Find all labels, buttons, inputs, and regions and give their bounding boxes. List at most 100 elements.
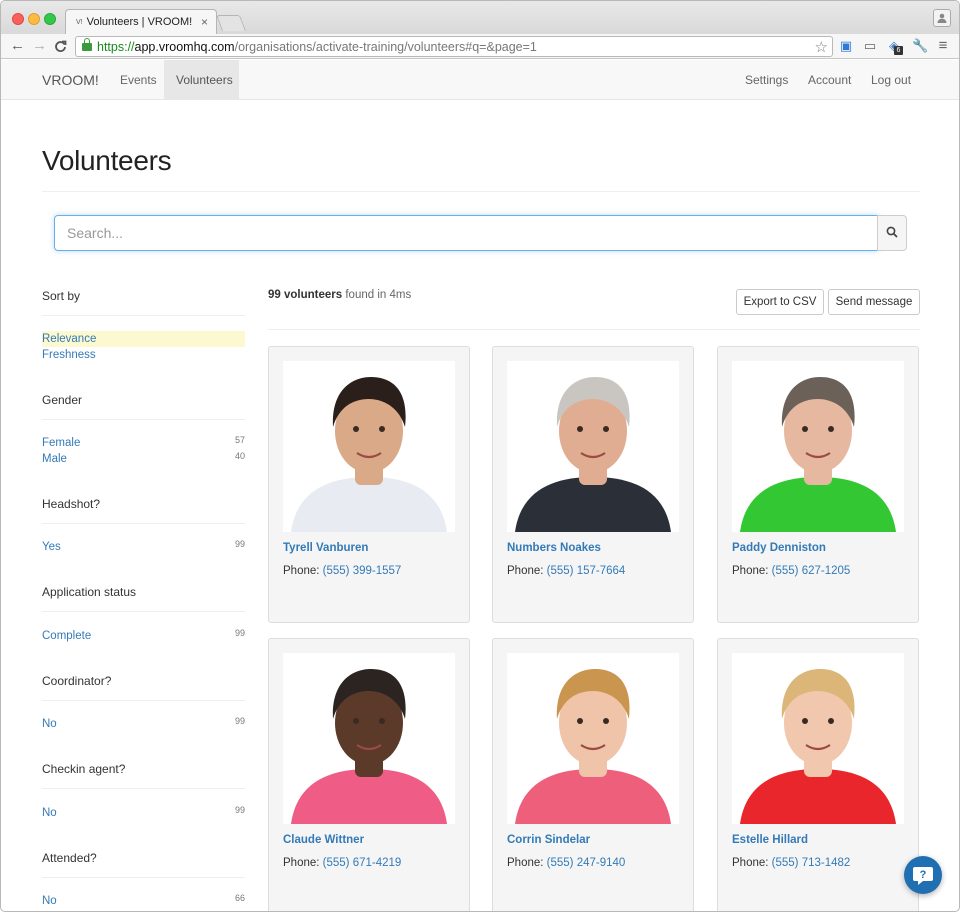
volunteer-name[interactable]: Estelle Hillard: [732, 834, 808, 846]
sort-freshness[interactable]: Freshness: [42, 347, 245, 363]
sort-title: Sort by: [42, 289, 81, 303]
divider: [42, 788, 245, 789]
facet-count: 99: [234, 716, 245, 726]
divider: [42, 315, 245, 316]
volunteer-photo[interactable]: [507, 361, 679, 532]
nav-settings[interactable]: Settings: [733, 60, 800, 100]
bookmark-star-icon[interactable]: ☆: [815, 38, 828, 56]
url-path: /organisations/activate-training/volunte…: [234, 40, 537, 54]
help-chat-button[interactable]: ?: [904, 856, 942, 894]
url-host: app.vroomhq.com: [134, 40, 235, 54]
zoom-window-button[interactable]: [44, 13, 56, 25]
tab-title: Volunteers | VROOM!: [86, 16, 193, 28]
divider: [42, 523, 245, 524]
phone-label: Phone:: [507, 857, 544, 869]
lock-icon: [82, 38, 92, 51]
facet-item-checkin-no[interactable]: No 99: [42, 805, 245, 821]
volunteer-card[interactable]: Paddy Denniston Phone: (555) 627-1205: [717, 346, 919, 623]
nav-events[interactable]: Events: [108, 60, 169, 100]
phone-link[interactable]: (555) 247-9140: [547, 857, 626, 869]
volunteer-phone: Phone: (555) 157-7664: [507, 565, 625, 577]
facet-title-application-status: Application status: [42, 585, 137, 599]
divider: [268, 329, 920, 330]
facet-item-headshot-yes[interactable]: Yes 99: [42, 539, 245, 555]
minimize-window-button[interactable]: [28, 13, 40, 25]
facet-title-coordinator: Coordinator?: [42, 674, 112, 688]
divider: [42, 611, 245, 612]
volunteer-name[interactable]: Paddy Denniston: [732, 542, 826, 554]
phone-link[interactable]: (555) 399-1557: [323, 565, 402, 577]
volunteer-photo[interactable]: [283, 653, 455, 824]
browser-tabbar: V! Volunteers | VROOM! ×: [1, 1, 959, 35]
volunteer-phone: Phone: (555) 399-1557: [283, 565, 401, 577]
divider: [42, 191, 920, 192]
url-scheme: https://: [97, 40, 135, 54]
search-input[interactable]: [54, 215, 878, 251]
phone-link[interactable]: (555) 713-1482: [772, 857, 851, 869]
results-time: found in 4ms: [345, 289, 412, 301]
volunteer-photo[interactable]: [732, 653, 904, 824]
forward-arrow-icon[interactable]: →: [32, 37, 47, 55]
facet-item-coordinator-no[interactable]: No 99: [42, 716, 245, 732]
extension-screen-icon[interactable]: ▣: [839, 39, 853, 53]
close-window-button[interactable]: [12, 13, 24, 25]
volunteer-name[interactable]: Tyrell Vanburen: [283, 542, 368, 554]
facet-title-headshot: Headshot?: [42, 497, 101, 511]
reload-icon[interactable]: [54, 37, 67, 57]
back-arrow-icon[interactable]: ←: [10, 37, 25, 55]
volunteer-name[interactable]: Numbers Noakes: [507, 542, 601, 554]
volunteer-photo[interactable]: [732, 361, 904, 532]
phone-label: Phone:: [507, 565, 544, 577]
volunteer-card[interactable]: Tyrell Vanburen Phone: (555) 399-1557: [268, 346, 470, 623]
profile-icon[interactable]: [933, 9, 951, 27]
browser-toolbar: ← → https://app.vroomhq.com/organisation…: [1, 34, 959, 59]
nav-volunteers[interactable]: Volunteers: [164, 60, 239, 100]
phone-link[interactable]: (555) 157-7664: [547, 565, 626, 577]
volunteer-phone: Phone: (555) 713-1482: [732, 857, 850, 869]
send-message-button[interactable]: Send message: [828, 289, 920, 315]
nav-account[interactable]: Account: [796, 60, 863, 100]
volunteer-name[interactable]: Claude Wittner: [283, 834, 364, 846]
divider: [42, 419, 245, 420]
facet-title-checkin-agent: Checkin agent?: [42, 762, 126, 776]
extension-bag-icon[interactable]: ◈6: [887, 39, 903, 55]
wrench-icon[interactable]: 🔧: [912, 39, 928, 53]
volunteer-card[interactable]: Claude Wittner Phone: (555) 671-4219: [268, 638, 470, 911]
browser-window: V! Volunteers | VROOM! × ← → https://app.…: [0, 0, 960, 912]
volunteer-card[interactable]: Corrin Sindelar Phone: (555) 247-9140: [492, 638, 694, 911]
phone-link[interactable]: (555) 671-4219: [323, 857, 402, 869]
brand-logo[interactable]: VROOM!: [42, 72, 99, 88]
facet-label: Complete: [42, 630, 92, 642]
phone-label: Phone:: [732, 857, 769, 869]
nav-logout[interactable]: Log out: [859, 60, 923, 100]
app-navbar: VROOM! Events Volunteers Settings Accoun…: [1, 60, 959, 100]
phone-link[interactable]: (555) 627-1205: [772, 565, 851, 577]
extension-badge: 6: [894, 46, 903, 55]
facet-item-complete[interactable]: Complete 99: [42, 628, 245, 644]
facet-item-male[interactable]: Male 40: [42, 451, 245, 467]
volunteer-photo[interactable]: [283, 361, 455, 532]
address-bar[interactable]: https://app.vroomhq.com/organisations/ac…: [75, 36, 833, 57]
volunteer-photo[interactable]: [507, 653, 679, 824]
facet-label: No: [42, 895, 57, 907]
browser-tab[interactable]: V! Volunteers | VROOM! ×: [65, 9, 217, 35]
facet-title-gender: Gender: [42, 393, 83, 407]
search-button[interactable]: [877, 215, 907, 251]
new-tab-button[interactable]: [216, 15, 246, 31]
volunteer-card[interactable]: Numbers Noakes Phone: (555) 157-7664: [492, 346, 694, 623]
menu-icon[interactable]: ≡: [936, 38, 950, 53]
facet-title-attended: Attended?: [42, 851, 97, 865]
sort-relevance[interactable]: Relevance: [42, 331, 245, 347]
facet-item-female[interactable]: Female 57: [42, 435, 245, 451]
divider: [42, 877, 245, 878]
export-csv-button[interactable]: Export to CSV: [736, 289, 824, 315]
volunteer-card[interactable]: Estelle Hillard Phone: (555) 713-1482: [717, 638, 919, 911]
facet-label: Female: [42, 437, 81, 449]
volunteer-phone: Phone: (555) 627-1205: [732, 565, 850, 577]
facet-label: No: [42, 807, 57, 819]
cast-icon[interactable]: ▭: [863, 39, 877, 53]
volunteer-name[interactable]: Corrin Sindelar: [507, 834, 590, 846]
close-tab-icon[interactable]: ×: [201, 15, 208, 29]
facet-label: Male: [42, 453, 67, 465]
facet-item-attended-no[interactable]: No 66: [42, 893, 245, 909]
